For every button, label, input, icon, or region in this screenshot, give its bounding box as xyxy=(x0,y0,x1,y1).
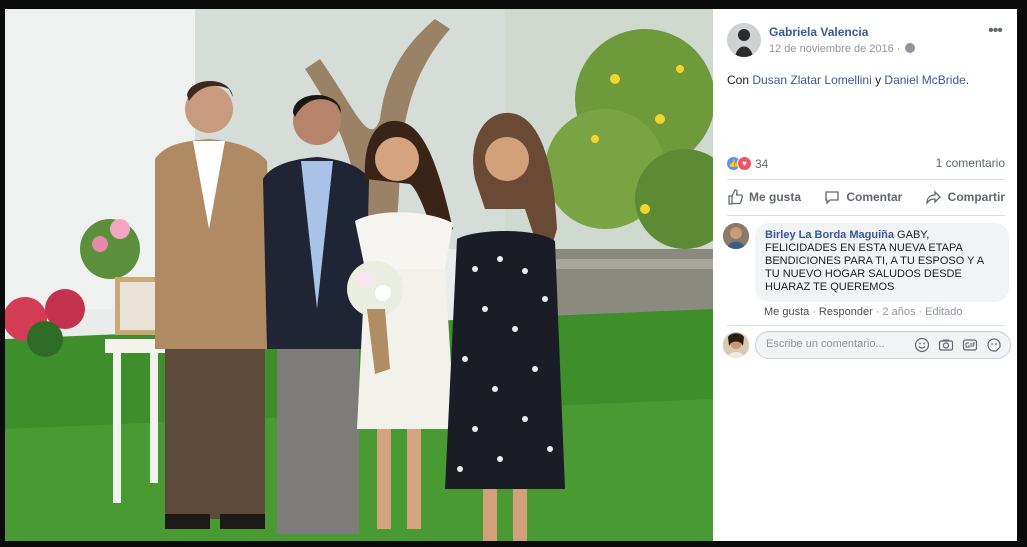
post-side-panel: Gabriela Valencia 12 de noviembre de 201… xyxy=(713,9,1017,541)
comment-composer: Escribe un comentario... xyxy=(723,329,1011,361)
post-header: Gabriela Valencia 12 de noviembre de 201… xyxy=(727,23,1005,59)
tagline-join: y xyxy=(871,73,885,87)
comment-separator: · xyxy=(812,306,816,318)
sticker-icon[interactable] xyxy=(986,337,1002,353)
share-button[interactable]: Compartir xyxy=(926,189,1005,205)
divider xyxy=(727,325,1005,326)
commenter-name-link[interactable]: Birley La Borda Maguiña xyxy=(765,229,894,241)
share-button-label: Compartir xyxy=(947,190,1005,204)
comment-button[interactable]: Comentar xyxy=(824,189,902,205)
comment-separator: · xyxy=(875,306,880,318)
comment-separator: · xyxy=(918,306,923,318)
more-options-icon[interactable]: ••• xyxy=(985,23,1005,41)
meta-separator: · xyxy=(896,43,901,55)
comment-time-link[interactable]: 2 años xyxy=(882,306,915,318)
divider xyxy=(727,179,1005,180)
like-button[interactable]: Me gusta xyxy=(727,189,801,205)
tagline-prefix: Con xyxy=(727,73,753,87)
tagged-person-2-link[interactable]: Daniel McBride xyxy=(884,73,965,87)
comment-input-placeholder: Escribe un comentario... xyxy=(766,338,885,350)
comment-reply-link[interactable]: Responder xyxy=(819,306,873,318)
reactions-count: 34 xyxy=(755,156,769,171)
like-button-label: Me gusta xyxy=(749,190,802,204)
post-stats: 👍 ♥ 34 1 comentario xyxy=(727,155,1005,173)
comment-button-label: Comentar xyxy=(846,190,903,204)
emoji-icon[interactable] xyxy=(914,337,930,353)
tagline-suffix: . xyxy=(965,73,970,87)
comment-actions: Me gusta · Responder · 2 años · Editado xyxy=(764,306,962,318)
comment-icon xyxy=(825,191,839,205)
thumbs-up-icon xyxy=(728,189,743,205)
comment-edited-label[interactable]: Editado xyxy=(925,306,962,318)
viewer-avatar xyxy=(723,332,749,358)
divider xyxy=(727,215,1005,216)
love-icon: ♥ xyxy=(737,156,752,172)
post-tagline: Con Dusan Zlatar Lomellini y Daniel McBr… xyxy=(727,73,969,87)
commenter-avatar[interactable] xyxy=(723,223,749,249)
comment-bubble: Birley La Borda Maguiña GABY, FELICIDADE… xyxy=(755,223,1009,302)
tagged-person-1-link[interactable]: Dusan Zlatar Lomellini xyxy=(752,73,871,87)
composer-icons xyxy=(914,337,1002,353)
share-icon xyxy=(926,190,941,205)
author-name-link[interactable]: Gabriela Valencia xyxy=(769,25,868,39)
comment-input[interactable]: Escribe un comentario... xyxy=(755,331,1011,359)
globe-icon xyxy=(905,43,916,53)
comments-count-link[interactable]: 1 comentario xyxy=(936,156,1005,170)
author-avatar[interactable] xyxy=(727,23,761,57)
post-actions: Me gusta Comentar Compartir xyxy=(727,185,1005,209)
reactions-summary[interactable]: 👍 ♥ 34 xyxy=(727,156,769,172)
wedding-photo-image xyxy=(5,9,713,541)
comment-like-link[interactable]: Me gusta xyxy=(764,306,809,318)
gif-icon[interactable] xyxy=(962,337,978,353)
camera-icon[interactable] xyxy=(938,337,954,353)
post-meta: 12 de noviembre de 2016 · xyxy=(769,43,916,55)
post-photo[interactable] xyxy=(5,9,713,541)
post-date-link[interactable]: 12 de noviembre de 2016 xyxy=(769,43,894,55)
